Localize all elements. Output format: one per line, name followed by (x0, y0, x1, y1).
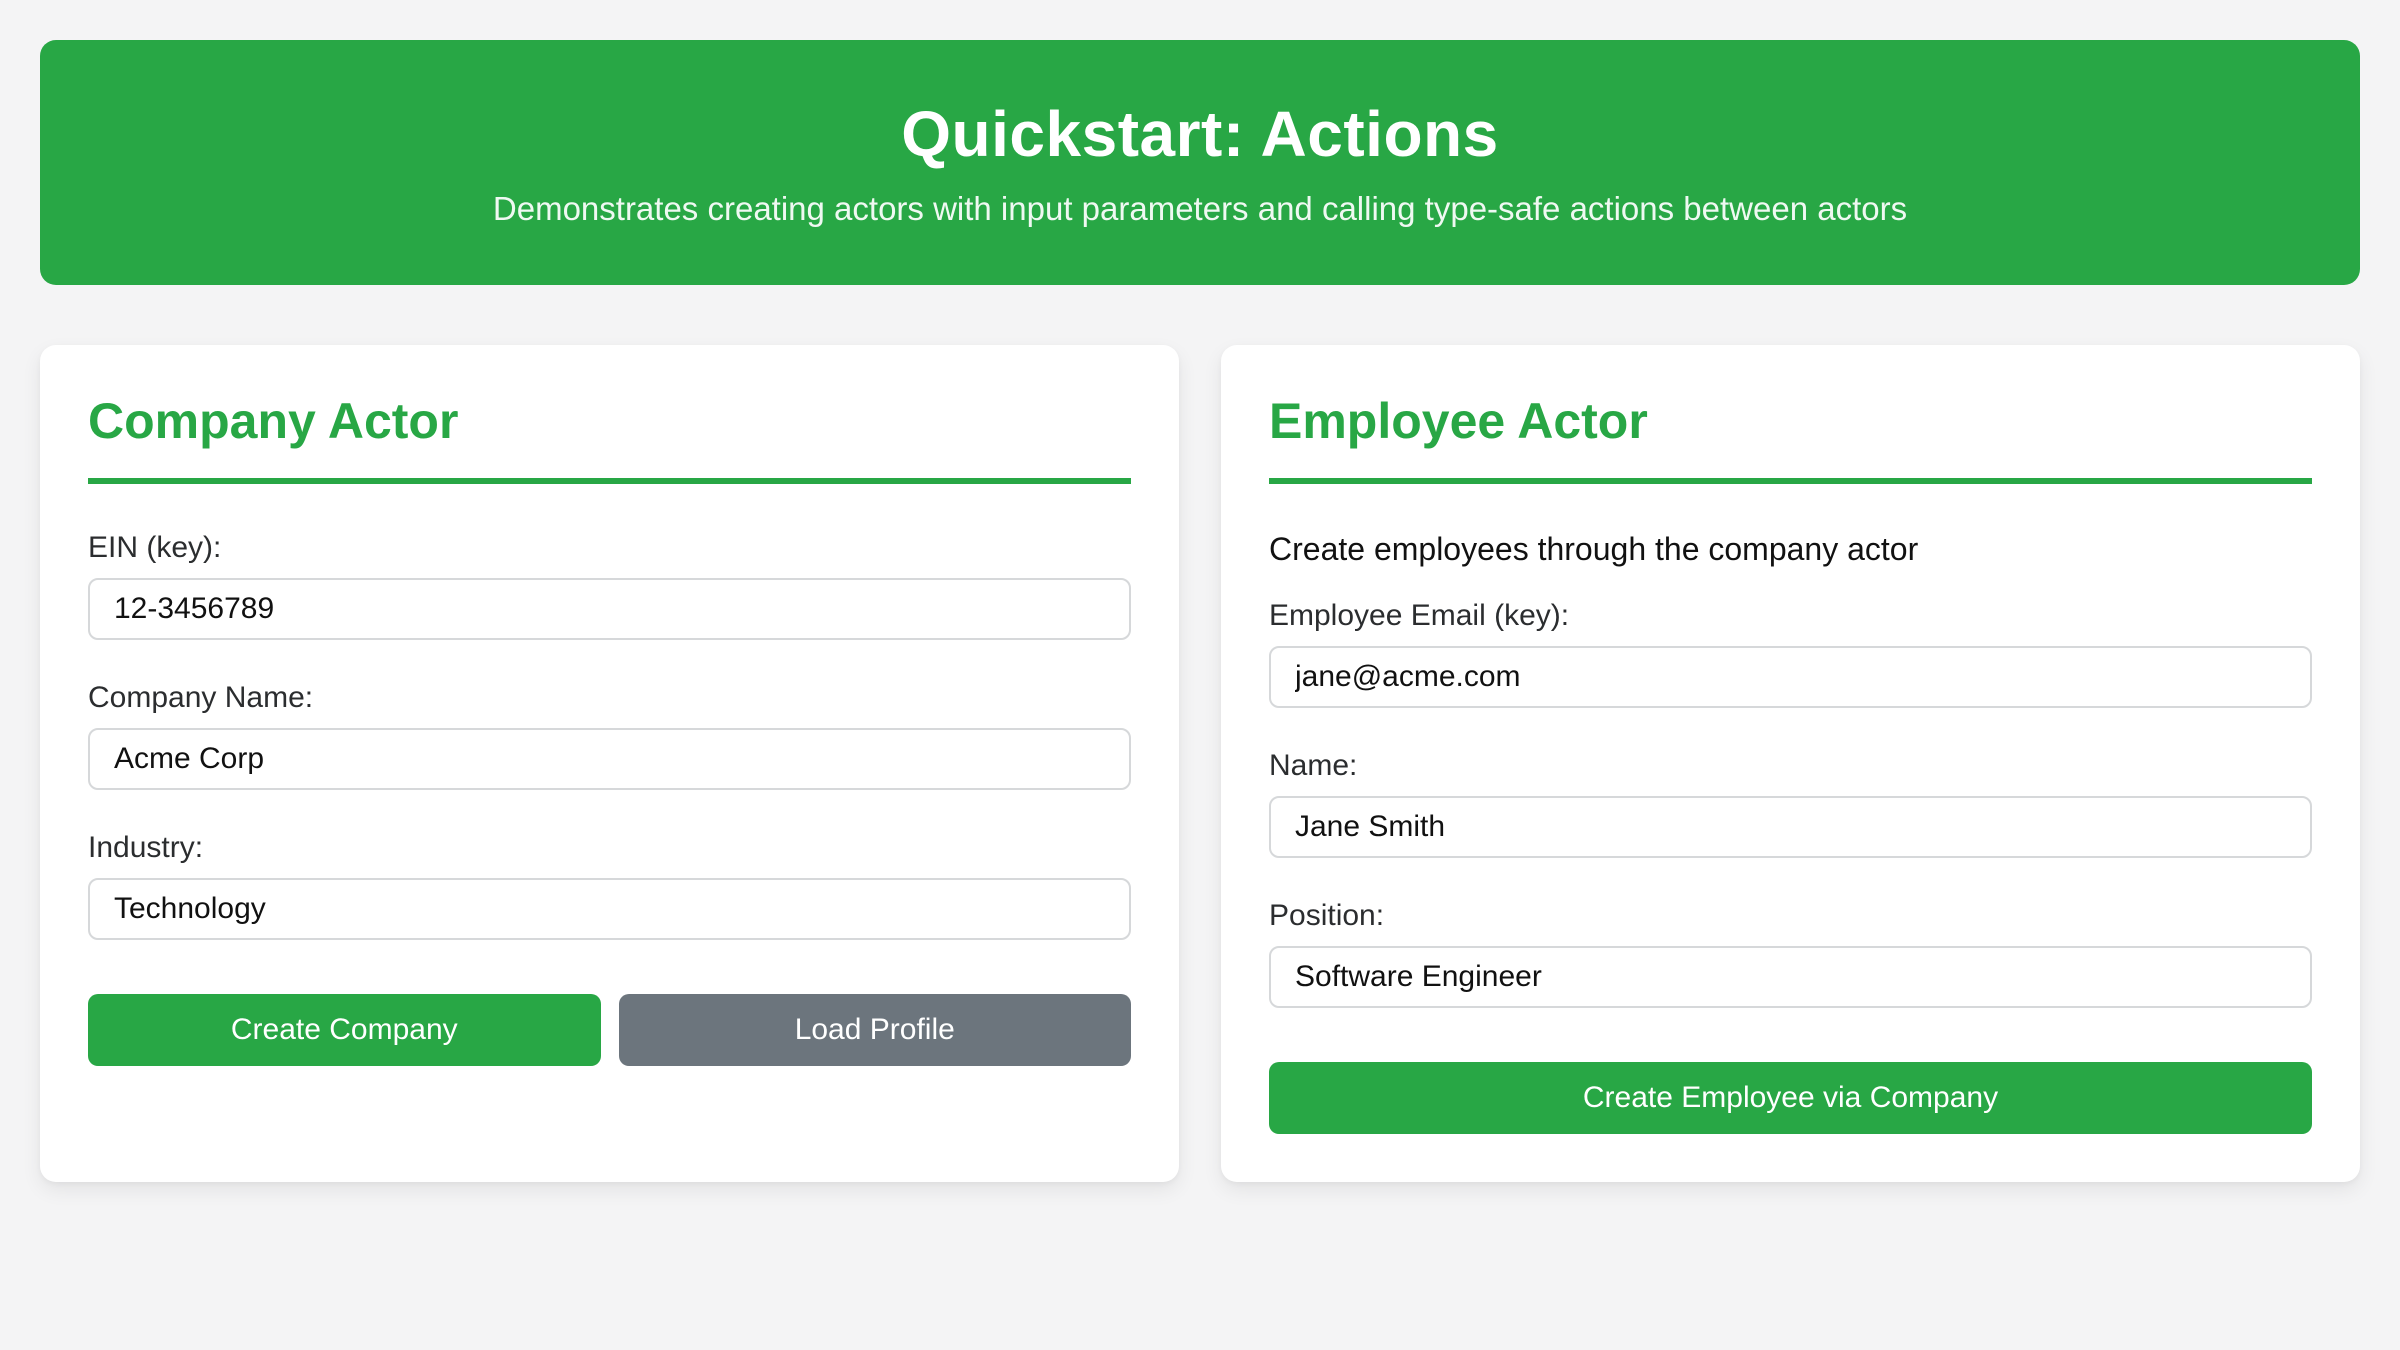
position-label: Position: (1269, 898, 2312, 933)
company-actions-row: Create Company Load Profile (88, 994, 1131, 1066)
page: Quickstart: Actions Demonstrates creatin… (0, 0, 2400, 1222)
employee-name-label: Name: (1269, 748, 2312, 783)
company-actor-card: Company Actor EIN (key): Company Name: I… (40, 345, 1179, 1183)
create-company-button[interactable]: Create Company (88, 994, 601, 1066)
employee-email-input[interactable] (1269, 646, 2312, 708)
cards-row: Company Actor EIN (key): Company Name: I… (40, 345, 2360, 1183)
page-subtitle: Demonstrates creating actors with input … (80, 189, 2320, 229)
load-profile-button[interactable]: Load Profile (619, 994, 1132, 1066)
employee-card-description: Create employees through the company act… (1269, 530, 2312, 568)
industry-label: Industry: (88, 830, 1131, 865)
employee-email-field-group: Employee Email (key): (1269, 598, 2312, 708)
employee-card-title: Employee Actor (1269, 393, 2312, 485)
create-employee-via-company-button[interactable]: Create Employee via Company (1269, 1062, 2312, 1134)
ein-input[interactable] (88, 578, 1131, 640)
company-name-label: Company Name: (88, 680, 1131, 715)
header-banner: Quickstart: Actions Demonstrates creatin… (40, 40, 2360, 285)
position-input[interactable] (1269, 946, 2312, 1008)
employee-actions-row: Create Employee via Company (1269, 1062, 2312, 1134)
employee-name-field-group: Name: (1269, 748, 2312, 858)
company-card-title: Company Actor (88, 393, 1131, 485)
employee-name-input[interactable] (1269, 796, 2312, 858)
industry-field-group: Industry: (88, 830, 1131, 940)
ein-field-group: EIN (key): (88, 530, 1131, 640)
employee-actor-card: Employee Actor Create employees through … (1221, 345, 2360, 1183)
position-field-group: Position: (1269, 898, 2312, 1008)
employee-email-label: Employee Email (key): (1269, 598, 2312, 633)
company-name-input[interactable] (88, 728, 1131, 790)
company-name-field-group: Company Name: (88, 680, 1131, 790)
industry-input[interactable] (88, 878, 1131, 940)
page-title: Quickstart: Actions (80, 96, 2320, 173)
ein-label: EIN (key): (88, 530, 1131, 565)
